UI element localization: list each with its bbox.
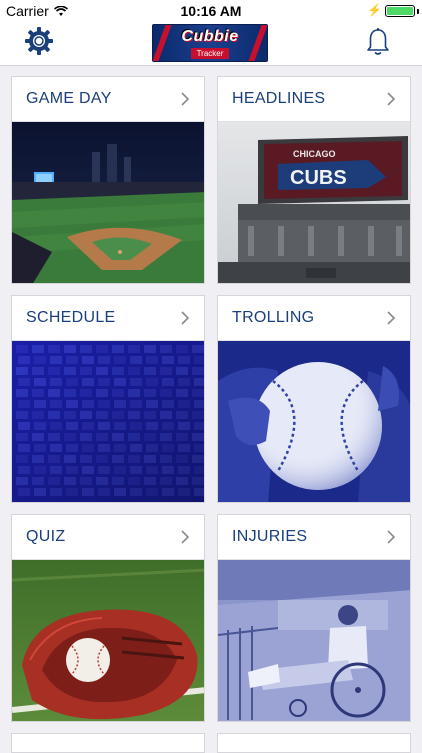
tile-header: HEADLINES bbox=[218, 77, 410, 122]
tile-header: SCHEDULE bbox=[12, 296, 204, 341]
tile-headlines[interactable]: HEADLINES CHICAGO CUBS bbox=[217, 76, 411, 284]
clock: 10:16 AM bbox=[180, 3, 242, 19]
tile-label: GAME DAY bbox=[26, 90, 112, 107]
tile-partial-right[interactable] bbox=[217, 733, 411, 753]
hand-holding-baseball-blue-tint-photo bbox=[218, 341, 410, 502]
tile-schedule[interactable]: SCHEDULE bbox=[11, 295, 205, 503]
wrigley-marquee-photo: CHICAGO CUBS bbox=[218, 122, 410, 283]
man-in-wheelchair-vintage-photo bbox=[218, 560, 410, 721]
charging-icon: ⚡ bbox=[367, 3, 382, 17]
tile-label: INJURIES bbox=[232, 528, 308, 545]
chevron-right-icon bbox=[181, 311, 190, 325]
svg-text:CHICAGO: CHICAGO bbox=[293, 149, 336, 159]
tile-label: HEADLINES bbox=[232, 90, 326, 107]
battery-level bbox=[387, 7, 413, 15]
tile-partial-left[interactable] bbox=[11, 733, 205, 753]
tile-header: QUIZ bbox=[12, 515, 204, 560]
tile-header: INJURIES bbox=[218, 515, 410, 560]
app-logo: Cubbie Tracker bbox=[152, 24, 268, 62]
tile-trolling[interactable]: TROLLING bbox=[217, 295, 411, 503]
bell-icon[interactable] bbox=[366, 27, 390, 57]
tile-game-day[interactable]: GAME DAY bbox=[11, 76, 205, 284]
chevron-right-icon bbox=[181, 530, 190, 544]
tile-label: QUIZ bbox=[26, 528, 66, 545]
tile-injuries[interactable]: INJURIES bbox=[217, 514, 411, 722]
logo-subtitle: Tracker bbox=[191, 48, 229, 59]
chevron-right-icon bbox=[181, 92, 190, 106]
tile-label: SCHEDULE bbox=[26, 309, 116, 326]
night-ballpark-aerial-photo bbox=[12, 122, 204, 283]
battery-cap bbox=[417, 9, 419, 14]
gear-icon[interactable] bbox=[24, 26, 54, 56]
catchers-mitt-with-ball-photo bbox=[12, 560, 204, 721]
chevron-right-icon bbox=[387, 92, 396, 106]
tile-quiz[interactable]: QUIZ bbox=[11, 514, 205, 722]
logo-name: Cubbie bbox=[181, 28, 239, 45]
tile-header: GAME DAY bbox=[12, 77, 204, 122]
svg-text:CUBS: CUBS bbox=[290, 167, 347, 189]
scoreboard-blue-tint-photo bbox=[12, 341, 204, 502]
tile-header: TROLLING bbox=[218, 296, 410, 341]
tile-label: TROLLING bbox=[232, 309, 315, 326]
nav-bar: Cubbie Tracker bbox=[0, 22, 422, 66]
status-bar: Carrier 10:16 AM ⚡ bbox=[0, 0, 422, 22]
chevron-right-icon bbox=[387, 530, 396, 544]
chevron-right-icon bbox=[387, 311, 396, 325]
battery-icon bbox=[385, 5, 415, 17]
